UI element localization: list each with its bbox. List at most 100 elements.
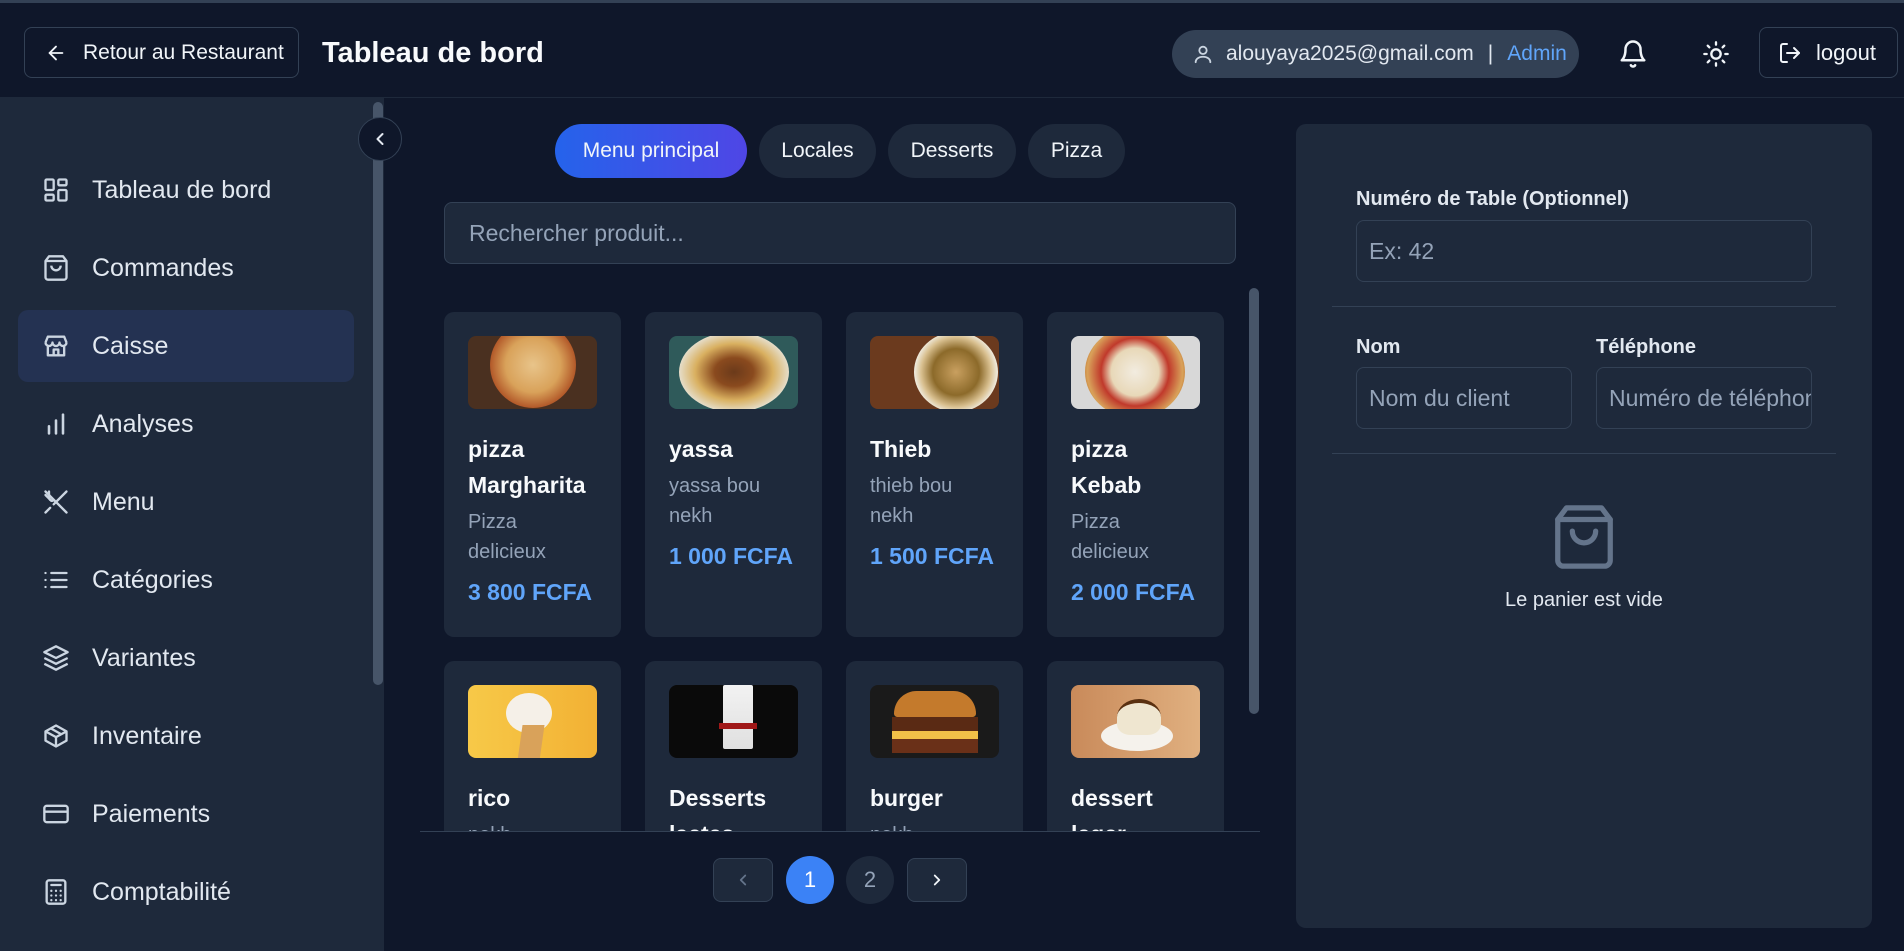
theme-toggle-button[interactable]	[1695, 33, 1737, 75]
table-number-input[interactable]: Ex: 42	[1356, 220, 1812, 282]
notifications-button[interactable]	[1612, 33, 1654, 75]
sun-icon	[1703, 41, 1729, 67]
shopping-bag-icon	[44, 255, 68, 281]
layers-icon	[43, 645, 69, 671]
user-separator: |	[1487, 42, 1494, 65]
product-description: Pizza delicieux	[468, 511, 546, 563]
product-price: 1 000 FCFA	[669, 543, 793, 569]
sidebar-item-label: Caisse	[92, 331, 169, 360]
product-card[interactable]: Desserts lactes	[645, 661, 822, 831]
sidebar-item-payments[interactable]: Paiements	[18, 778, 354, 850]
yassa-image	[669, 336, 798, 409]
sidebar: Tableau de bord Commandes Caisse Analyse…	[0, 98, 384, 951]
product-name: pizza Margharita	[468, 436, 586, 498]
product-card[interactable]: pizza Margharita Pizza delicieux 3 800 F…	[444, 312, 621, 637]
sidebar-item-orders[interactable]: Commandes	[18, 232, 354, 304]
phone-label: Téléphone	[1596, 336, 1697, 358]
product-grid: pizza Margharita Pizza delicieux 3 800 F…	[420, 288, 1260, 832]
product-price: 2 000 FCFA	[1071, 579, 1195, 605]
thieb-image	[870, 336, 999, 409]
product-name: dessert leger	[1071, 785, 1153, 831]
product-description: thieb bou nekh	[870, 475, 953, 527]
name-label: Nom	[1356, 336, 1401, 358]
back-to-restaurant-button[interactable]: Retour au Restaurant	[24, 27, 299, 78]
product-name: Desserts lactes	[669, 785, 767, 831]
pagination-next-button[interactable]	[907, 858, 967, 902]
tab-locales[interactable]: Locales	[759, 124, 876, 178]
user-icon	[1194, 45, 1212, 64]
product-description: nekh	[468, 820, 597, 831]
product-grid-scrollbar[interactable]	[1249, 288, 1259, 714]
sidebar-item-label: Inventaire	[92, 721, 202, 750]
sidebar-item-dashboard[interactable]: Tableau de bord	[18, 154, 354, 226]
pagination-prev-button[interactable]	[713, 858, 773, 902]
product-name: Thieb	[870, 436, 932, 462]
product-search-input[interactable]: Rechercher produit...	[444, 202, 1236, 264]
customer-name-input[interactable]: Nom du client	[1356, 367, 1572, 429]
sidebar-item-categories[interactable]: Catégories	[18, 544, 354, 616]
tab-pizza[interactable]: Pizza	[1028, 124, 1125, 178]
pagination-page-1[interactable]: 1	[786, 856, 834, 904]
list-icon	[44, 571, 68, 589]
chevron-right-icon	[933, 874, 941, 886]
sidebar-collapse-button[interactable]	[358, 117, 402, 161]
product-name: burger	[870, 785, 943, 811]
sidebar-item-label: Paiements	[92, 799, 211, 828]
back-label: Retour au Restaurant	[83, 40, 284, 64]
arrow-left-icon	[48, 45, 64, 60]
bell-icon	[1620, 40, 1646, 68]
divider	[1332, 453, 1836, 454]
sidebar-item-variants[interactable]: Variantes	[18, 622, 354, 694]
product-card[interactable]: rico nekh	[444, 661, 621, 831]
sidebar-item-label: Comptabilité	[92, 877, 231, 906]
top-header: Retour au Restaurant Tableau de bord alo…	[0, 0, 1904, 98]
dashboard-icon	[44, 178, 68, 202]
product-description: Pizza delicieux	[1071, 511, 1149, 563]
ice-cream-image	[468, 685, 597, 758]
package-icon	[44, 724, 68, 748]
bar-chart-icon	[47, 413, 65, 435]
order-panel: Numéro de Table (Optionnel) Ex: 42 Nom N…	[1296, 124, 1872, 928]
product-card[interactable]: burger nekh	[846, 661, 1023, 831]
divider	[1332, 306, 1836, 307]
empty-cart-message: Le panier est vide	[1505, 589, 1663, 611]
logout-button[interactable]: logout	[1759, 27, 1898, 78]
table-number-label: Numéro de Table (Optionnel)	[1356, 188, 1629, 210]
tab-desserts[interactable]: Desserts	[888, 124, 1016, 178]
dessert-image	[1071, 685, 1200, 758]
tab-menu-principal[interactable]: Menu principal	[555, 124, 747, 178]
logout-label: logout	[1816, 39, 1876, 65]
customer-phone-input[interactable]: Numéro de téléphone	[1596, 367, 1812, 429]
pizza-image	[468, 336, 597, 409]
credit-card-icon	[43, 804, 69, 824]
product-card[interactable]: Thieb thieb bou nekh 1 500 FCFA	[846, 312, 1023, 637]
product-name: pizza Kebab	[1071, 436, 1142, 498]
burger-image	[870, 685, 999, 758]
sidebar-item-label: Catégories	[92, 565, 213, 594]
user-role: Admin	[1507, 42, 1567, 65]
sidebar-item-label: Commandes	[92, 253, 234, 282]
sidebar-item-analytics[interactable]: Analyses	[18, 388, 354, 460]
sidebar-item-menu[interactable]: Menu	[18, 466, 354, 538]
sidebar-item-accounting[interactable]: Comptabilité	[18, 856, 354, 928]
calculator-icon	[45, 879, 67, 905]
utensils-icon	[44, 490, 68, 514]
product-card[interactable]: dessert leger	[1047, 661, 1224, 831]
product-price: 1 500 FCFA	[870, 543, 994, 569]
pizza-kebab-image	[1071, 336, 1200, 409]
product-name: rico	[468, 785, 511, 811]
sidebar-item-inventory[interactable]: Inventaire	[18, 700, 354, 772]
sidebar-scrollbar[interactable]	[373, 102, 383, 685]
sidebar-item-cashier[interactable]: Caisse	[18, 310, 354, 382]
product-price: 3 800 FCFA	[468, 579, 592, 605]
page-title: Tableau de bord	[322, 37, 544, 69]
product-card[interactable]: yassa yassa bou nekh 1 000 FCFA	[645, 312, 822, 637]
product-card[interactable]: pizza Kebab Pizza delicieux 2 000 FCFA	[1047, 312, 1224, 637]
user-email: alouyaya2025@gmail.com	[1226, 42, 1474, 65]
sidebar-item-label: Analyses	[92, 409, 194, 438]
store-icon	[44, 335, 68, 357]
pagination-page-2[interactable]: 2	[846, 856, 894, 904]
product-description: nekh	[870, 820, 999, 831]
sidebar-item-label: Tableau de bord	[92, 175, 272, 204]
chevron-left-icon	[376, 133, 384, 145]
